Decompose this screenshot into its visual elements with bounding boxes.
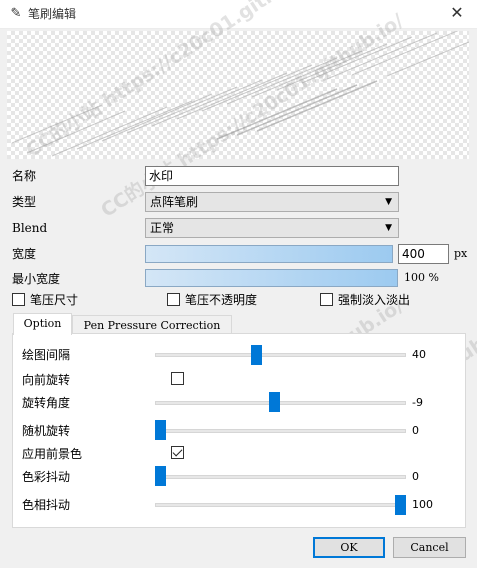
hue-jitter-slider-track[interactable] <box>155 503 406 507</box>
rotation-angle-value: -9 <box>412 396 423 409</box>
pressure-opacity-checkbox[interactable] <box>167 293 180 306</box>
hue-jitter-label: 色相抖动 <box>22 498 71 512</box>
close-icon[interactable]: ✕ <box>443 2 471 24</box>
width-unit: px <box>454 247 468 260</box>
forward-rotate-checkbox[interactable] <box>171 372 184 385</box>
min-width-label: 最小宽度 <box>12 272 61 286</box>
tab-option[interactable]: Option <box>13 313 72 335</box>
rotation-angle-label: 旋转角度 <box>22 396 71 410</box>
name-input[interactable]: 水印 <box>145 166 399 186</box>
random-rotate-label: 随机旋转 <box>22 424 71 438</box>
spacing-value: 40 <box>412 348 426 361</box>
apply-foreground-checkbox[interactable] <box>171 446 184 459</box>
cancel-button[interactable]: Cancel <box>393 537 466 558</box>
rotation-angle-slider-track[interactable] <box>155 401 406 405</box>
color-jitter-label: 色彩抖动 <box>22 470 71 484</box>
width-slider[interactable] <box>145 245 393 263</box>
name-label: 名称 <box>12 169 37 183</box>
brush-type-select[interactable]: 点阵笔刷 ▼ <box>145 192 399 212</box>
spacing-label: 绘图间隔 <box>22 348 71 362</box>
color-jitter-value: 0 <box>412 470 419 483</box>
hue-jitter-slider-thumb[interactable] <box>395 495 406 515</box>
forward-rotate-label: 向前旋转 <box>22 373 71 387</box>
random-rotate-slider-track[interactable] <box>155 429 406 433</box>
tab-pen-pressure-correction[interactable]: Pen Pressure Correction <box>72 315 232 334</box>
pressure-opacity-label: 笔压不透明度 <box>185 293 258 307</box>
width-label: 宽度 <box>12 247 37 261</box>
ok-button[interactable]: OK <box>313 537 385 558</box>
apply-foreground-label: 应用前景色 <box>22 447 83 461</box>
spacing-slider-track[interactable] <box>155 353 406 357</box>
chevron-down-icon: ▼ <box>385 197 392 207</box>
title-bar: ✎ 笔刷编辑 ✕ <box>0 0 477 29</box>
blend-label: Blend <box>12 221 48 235</box>
type-label: 类型 <box>12 195 37 209</box>
random-rotate-slider-thumb[interactable] <box>155 420 166 440</box>
brush-app-icon: ✎ <box>10 6 22 21</box>
brush-stroke-preview <box>11 31 469 157</box>
random-rotate-value: 0 <box>412 424 419 437</box>
brush-type-value: 点阵笔刷 <box>150 195 199 209</box>
min-width-value: 100 % <box>404 271 439 284</box>
blend-value: 正常 <box>150 221 175 235</box>
spacing-slider-thumb[interactable] <box>251 345 262 365</box>
force-fade-label: 强制淡入淡出 <box>338 293 411 307</box>
hue-jitter-value: 100 <box>412 498 433 511</box>
width-input[interactable]: 400 <box>398 244 449 264</box>
color-jitter-slider-thumb[interactable] <box>155 466 166 486</box>
chevron-down-icon: ▼ <box>385 223 392 233</box>
force-fade-checkbox[interactable] <box>320 293 333 306</box>
color-jitter-slider-track[interactable] <box>155 475 406 479</box>
window-title: 笔刷编辑 <box>28 7 77 21</box>
min-width-slider[interactable] <box>145 269 398 287</box>
rotation-angle-slider-thumb[interactable] <box>269 392 280 412</box>
pressure-size-label: 笔压尺寸 <box>30 293 79 307</box>
pressure-size-checkbox[interactable] <box>12 293 25 306</box>
blend-select[interactable]: 正常 ▼ <box>145 218 399 238</box>
brush-preview <box>7 31 469 159</box>
